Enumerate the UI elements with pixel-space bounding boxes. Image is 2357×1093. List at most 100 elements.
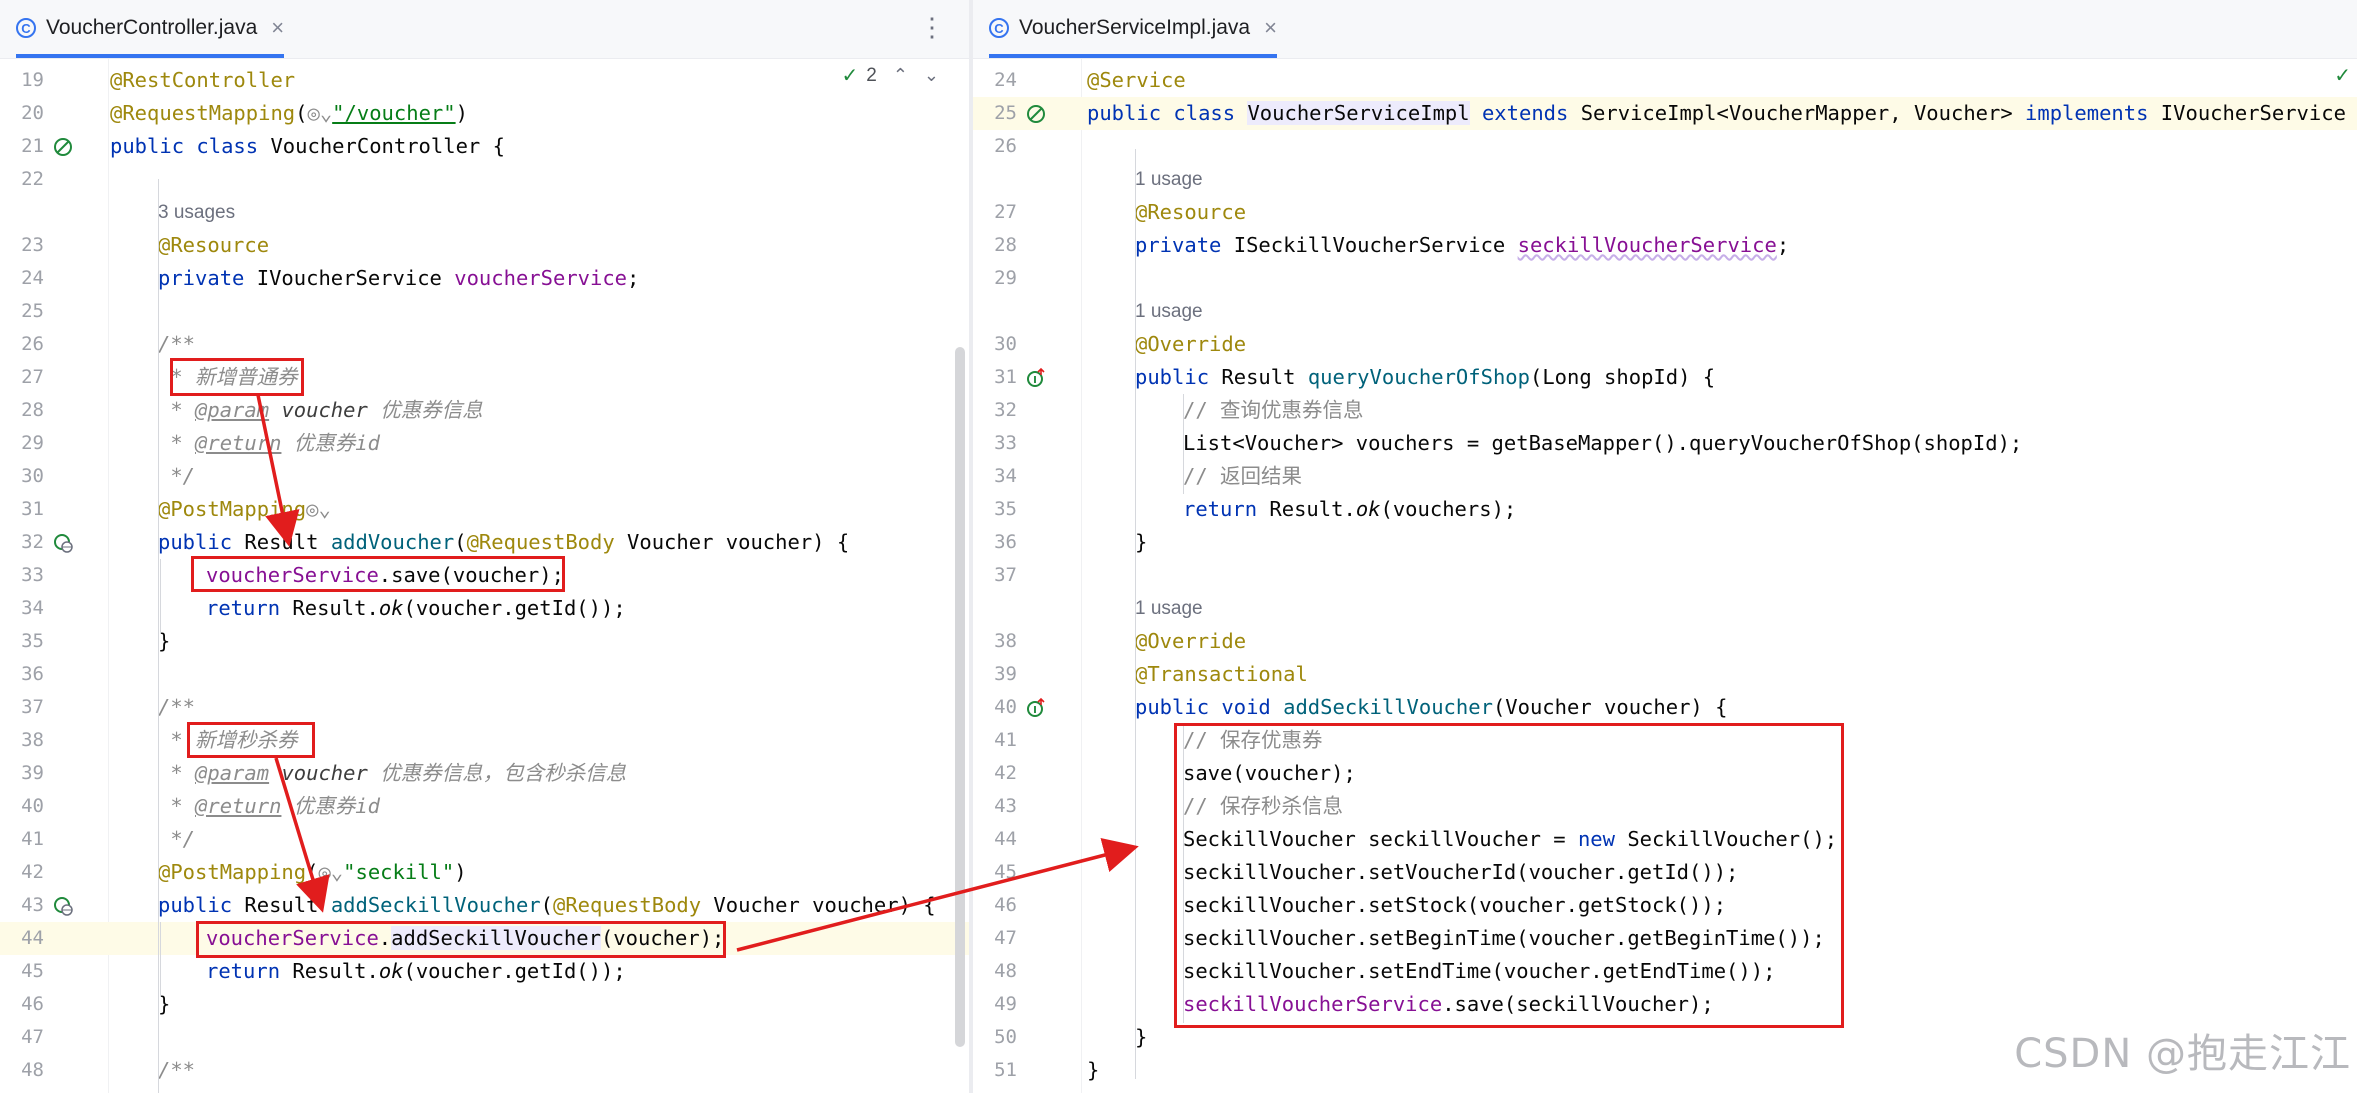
code-line[interactable]: 20 @RequestMapping(◎⌄"/voucher") (0, 97, 969, 130)
line-number: 19 (21, 69, 44, 91)
line-number: 41 (994, 729, 1017, 751)
code-line[interactable]: 36 (0, 658, 969, 691)
code-text: @Service (1087, 68, 1186, 92)
code-text: @PostMapping◎⌄ (158, 497, 331, 521)
more-options-icon[interactable]: ⋮ (919, 12, 945, 43)
close-icon[interactable]: × (1264, 15, 1277, 41)
line-number: 23 (21, 234, 44, 256)
impl-icon[interactable]: I (1025, 697, 1047, 719)
impl-icon[interactable]: I (1025, 367, 1047, 389)
left-tab-bar: C VoucherController.java × ⋮ (0, 0, 969, 59)
close-icon[interactable]: × (271, 15, 284, 41)
code-line[interactable]: 48 /** (0, 1054, 969, 1087)
code-line[interactable]: 38 @Override (973, 625, 2357, 658)
line-number: 37 (21, 696, 44, 718)
line-number: 49 (994, 993, 1017, 1015)
line-number: 48 (994, 960, 1017, 982)
usages-hint[interactable]: 3 usages (158, 196, 235, 229)
line-number: 38 (994, 630, 1017, 652)
code-line[interactable]: 41 */ (0, 823, 969, 856)
code-line[interactable]: 39 * @param voucher 优惠券信息，包含秒杀信息 (0, 757, 969, 790)
line-number: 50 (994, 1026, 1017, 1048)
code-line[interactable]: 34 // 返回结果 (973, 460, 2357, 493)
code-line[interactable]: 38 * 新增秒杀券 (0, 724, 969, 757)
code-line[interactable]: 29 (973, 262, 2357, 295)
code-line[interactable]: 24 @Service (973, 64, 2357, 97)
vertical-scrollbar[interactable] (955, 347, 965, 1047)
line-number: 39 (21, 762, 44, 784)
tab-voucher-controller[interactable]: C VoucherController.java × (16, 0, 285, 58)
code-line[interactable]: 32 public Result addVoucher(@RequestBody … (0, 526, 969, 559)
code-text: // 返回结果 (1183, 464, 1303, 488)
code-line[interactable]: 36} (973, 526, 2357, 559)
code-line[interactable]: 30 @Override (973, 328, 2357, 361)
code-line[interactable]: 37 /** (0, 691, 969, 724)
code-line[interactable]: 27 * 新增普通券 (0, 361, 969, 394)
code-line[interactable]: 47 (0, 1021, 969, 1054)
usages-hint[interactable]: 1 usage (1135, 163, 1203, 196)
code-line[interactable]: 21 public class VoucherController { (0, 130, 969, 163)
tab-voucher-service-impl[interactable]: C VoucherServiceImpl.java × (989, 0, 1277, 58)
code-line[interactable]: 42 @PostMapping(◎⌄"seckill") (0, 856, 969, 889)
code-text: private IVoucherService voucherService; (158, 266, 640, 290)
line-number: 32 (994, 399, 1017, 421)
code-line[interactable]: 33 List<Voucher> vouchers = getBaseMapper… (973, 427, 2357, 460)
endpoint-icon[interactable] (52, 895, 74, 917)
code-line[interactable]: 45 return Result.ok(voucher.getId()); (0, 955, 969, 988)
code-line[interactable]: 29 * @return 优惠券id (0, 427, 969, 460)
code-text: } (1087, 1058, 1100, 1082)
line-number: 30 (21, 465, 44, 487)
code-line[interactable]: 34 return Result.ok(voucher.getId()); (0, 592, 969, 625)
code-text: * @param voucher 优惠券信息 (158, 398, 483, 422)
code-line[interactable]: 32 // 查询优惠券信息 (973, 394, 2357, 427)
line-number: 38 (21, 729, 44, 751)
code-line[interactable]: 23 @Resource (0, 229, 969, 262)
line-number: 37 (994, 564, 1017, 586)
code-line[interactable]: 28 * @param voucher 优惠券信息 (0, 394, 969, 427)
code-line[interactable]: 46} (0, 988, 969, 1021)
code-line[interactable]: 37 (973, 559, 2357, 592)
code-line[interactable]: 35 return Result.ok(vouchers); (973, 493, 2357, 526)
line-number: 51 (994, 1059, 1017, 1081)
code-line[interactable]: 28 private ISeckillVoucherService seckill… (973, 229, 2357, 262)
code-text: */ (158, 827, 196, 851)
code-text: public class VoucherController { (110, 134, 505, 158)
code-line[interactable]: 19 @RestController (0, 64, 969, 97)
spring-bean-icon[interactable] (1025, 103, 1047, 125)
spring-bean-icon[interactable] (52, 136, 74, 158)
indent-guide (1183, 394, 1184, 494)
line-number: 22 (21, 168, 44, 190)
code-line[interactable]: 27 @Resource (973, 196, 2357, 229)
usages-hint[interactable]: 1 usage (1135, 592, 1203, 625)
code-line[interactable]: 26 /** (0, 328, 969, 361)
code-line[interactable]: 35} (0, 625, 969, 658)
line-number: 46 (21, 993, 44, 1015)
code-line[interactable]: 25 public class VoucherServiceImpl extend… (973, 97, 2357, 130)
code-text: return Result.ok(vouchers); (1183, 497, 1517, 521)
indent-guide (160, 922, 161, 997)
line-number: 44 (994, 828, 1017, 850)
usages-hint[interactable]: 1 usage (1135, 295, 1203, 328)
watermark: CSDN @抱走江江 (2014, 1031, 2351, 1077)
line-number: 42 (21, 861, 44, 883)
code-line[interactable]: 26 (973, 130, 2357, 163)
endpoint-icon[interactable] (52, 532, 74, 554)
annotation-box-add-seckill-comment (187, 722, 315, 758)
line-number: 33 (994, 432, 1017, 454)
code-line[interactable]: 24 private IVoucherService voucherService… (0, 262, 969, 295)
line-number: 28 (994, 234, 1017, 256)
code-line[interactable]: 31 Ipublic Result queryVoucherOfShop(Long… (973, 361, 2357, 394)
code-line[interactable]: 39 @Transactional (973, 658, 2357, 691)
line-number: 20 (21, 102, 44, 124)
class-file-icon: C (989, 18, 1009, 38)
code-line[interactable]: 40 Ipublic void addSeckillVoucher(Voucher… (973, 691, 2357, 724)
code-text: */ (158, 464, 196, 488)
code-text: @PostMapping(◎⌄"seckill") (158, 860, 467, 884)
code-line[interactable]: 22 (0, 163, 969, 196)
code-line[interactable]: 25 (0, 295, 969, 328)
code-line[interactable]: 31 @PostMapping◎⌄ (0, 493, 969, 526)
code-line[interactable]: 43 public Result addSeckillVoucher(@Reque… (0, 889, 969, 922)
code-line[interactable]: 30 */ (0, 460, 969, 493)
code-line[interactable]: 40 * @return 优惠券id (0, 790, 969, 823)
line-number: 27 (21, 366, 44, 388)
